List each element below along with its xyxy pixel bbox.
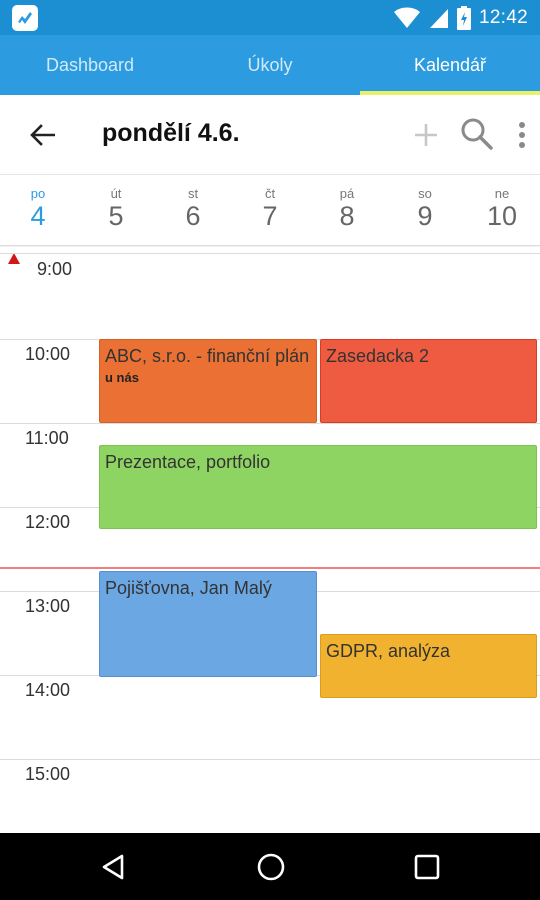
day-name: čt xyxy=(264,186,276,201)
nav-back-icon[interactable] xyxy=(100,853,128,881)
more-vert-icon[interactable] xyxy=(508,117,536,153)
day-name: po xyxy=(30,186,46,201)
hour-label: 10:00 xyxy=(25,344,71,364)
day-number: 8 xyxy=(339,201,355,231)
day-name: st xyxy=(187,186,199,201)
day-schedule[interactable]: 9:00 10:00 11:00 12:00 13:00 14:00 15:00… xyxy=(0,247,540,833)
hour-line xyxy=(0,253,540,254)
status-icons: 12:42 xyxy=(393,0,528,35)
day-ut[interactable]: út 5 xyxy=(86,186,146,232)
day-number: 10 xyxy=(486,201,518,231)
status-time: 12:42 xyxy=(478,6,528,28)
day-number: 6 xyxy=(185,201,201,231)
day-so[interactable]: so 9 xyxy=(395,186,455,232)
tab-kalendar[interactable]: Kalendář xyxy=(360,35,540,95)
signal-icon xyxy=(429,8,448,28)
current-time-line xyxy=(0,567,540,569)
event-title: Prezentace, portfolio xyxy=(105,452,271,472)
nav-home-icon[interactable] xyxy=(256,852,286,882)
day-number: 5 xyxy=(108,201,124,231)
day-name: út xyxy=(110,186,122,201)
hour-label: 15:00 xyxy=(25,764,71,784)
hour-label: 14:00 xyxy=(25,680,71,700)
event-title: Zasedacka 2 xyxy=(326,346,430,366)
day-number: 4 xyxy=(30,201,46,231)
page-title: pondělí 4.6. xyxy=(102,119,240,147)
hour-label: 9:00 xyxy=(37,259,73,279)
day-po[interactable]: po 4 xyxy=(8,186,68,232)
event-location: u nás xyxy=(105,370,139,385)
day-name: pá xyxy=(339,186,355,201)
event-title: GDPR, analýza xyxy=(326,641,451,661)
week-days-row: po 4 út 5 st 6 čt 7 pá 8 so 9 ne 10 xyxy=(0,176,540,246)
back-arrow-icon[interactable] xyxy=(22,115,62,155)
day-st[interactable]: st 6 xyxy=(163,186,223,232)
now-marker-icon xyxy=(8,253,20,264)
event-prezentace[interactable]: Prezentace, portfolio xyxy=(99,445,537,529)
event-title: Pojišťovna, Jan Malý xyxy=(105,578,272,598)
event-pojistovna[interactable]: Pojišťovna, Jan Malý xyxy=(99,571,317,677)
tab-ukoly[interactable]: Úkoly xyxy=(180,35,360,95)
wifi-icon xyxy=(393,7,420,28)
day-ct[interactable]: čt 7 xyxy=(240,186,300,232)
search-icon[interactable] xyxy=(458,115,496,153)
hour-label: 12:00 xyxy=(25,512,71,532)
day-number: 9 xyxy=(417,201,433,231)
plus-icon[interactable] xyxy=(408,117,444,153)
tab-bar: Dashboard Úkoly Kalendář xyxy=(0,35,540,95)
hour-label: 11:00 xyxy=(25,428,69,448)
battery-icon xyxy=(456,5,471,30)
toolbar: pondělí 4.6. xyxy=(0,95,540,175)
day-name: ne xyxy=(494,186,510,201)
hour-label: 13:00 xyxy=(25,596,71,616)
app-icon xyxy=(12,5,38,31)
event-title: ABC, s.r.o. - finanční plán xyxy=(105,346,310,366)
event-gdpr[interactable]: GDPR, analýza xyxy=(320,634,537,698)
tab-dashboard[interactable]: Dashboard xyxy=(0,35,180,95)
day-number: 7 xyxy=(262,201,278,231)
status-bar: 12:42 xyxy=(0,0,540,35)
event-zasedacka[interactable]: Zasedacka 2 xyxy=(320,339,537,423)
nav-recents-icon[interactable] xyxy=(414,854,440,880)
day-pa[interactable]: pá 8 xyxy=(317,186,377,232)
hour-line xyxy=(0,423,540,424)
system-nav-bar xyxy=(0,833,540,900)
screen: 12:42 Dashboard Úkoly Kalendář pondělí 4… xyxy=(0,0,540,900)
day-name: so xyxy=(418,186,432,201)
event-abc-financni-plan[interactable]: ABC, s.r.o. - finanční plán u nás xyxy=(99,339,317,423)
hour-line xyxy=(0,759,540,760)
day-ne[interactable]: ne 10 xyxy=(472,186,532,232)
